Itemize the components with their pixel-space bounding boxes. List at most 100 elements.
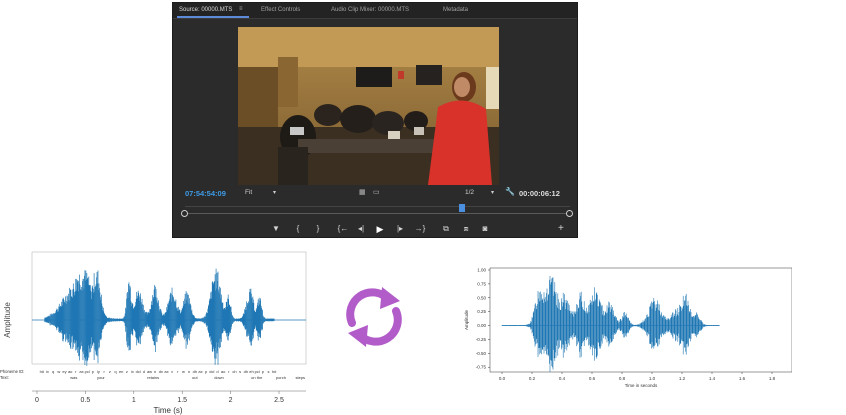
active-tab-indicator: [177, 16, 249, 18]
go-to-out-icon[interactable]: →}: [413, 224, 427, 233]
word-label: your: [97, 375, 105, 380]
phoneme-label: z: [126, 369, 128, 374]
y-tick-label: -0.75: [476, 365, 487, 370]
phoneme-label: r: [177, 369, 179, 374]
x-tick-label: 0.4: [559, 376, 566, 381]
insert-icon[interactable]: ⧉: [439, 224, 453, 234]
x-tick-label: 2.5: [274, 397, 284, 404]
x-tick-label: 0.2: [529, 376, 536, 381]
phoneme-label: s: [239, 369, 241, 374]
y-tick-label: -0.50: [476, 351, 487, 356]
zoom-handle-right[interactable]: [566, 210, 573, 217]
x-tick-label: 1.4: [709, 376, 716, 381]
phoneme-label: d: [143, 369, 145, 374]
word-label: out: [192, 375, 198, 380]
go-to-in-icon[interactable]: {←: [336, 224, 350, 233]
phoneme-label: v: [171, 369, 173, 374]
y-axis-label: Amplitude: [3, 302, 12, 338]
mark-out-icon[interactable]: }: [311, 224, 325, 233]
phoneme-label: z: [109, 369, 111, 374]
y-tick-label: 0.00: [477, 323, 486, 328]
step-forward-icon[interactable]: |▸: [393, 224, 407, 233]
phoneme-label: q: [52, 369, 54, 374]
panel-menu-icon[interactable]: ≡: [239, 6, 243, 12]
phoneme-label: ax: [79, 369, 83, 374]
word-label: was: [70, 375, 77, 380]
x-tick-label: 0.5: [81, 397, 91, 404]
phoneme-label: r: [75, 369, 77, 374]
word-label: steps: [296, 375, 306, 380]
phoneme-label: ao: [68, 369, 73, 374]
y-axis-label: Amplitude: [464, 310, 469, 331]
word-label: down: [214, 375, 224, 380]
word-label: on the: [251, 375, 263, 380]
waveform-chart-right: 1.00 0.75 0.50 0.25 0.00 -0.25 -0.50 -0.75 0.0 0.…: [464, 268, 792, 388]
phoneme-label: r: [103, 369, 105, 374]
phoneme-label: q: [114, 369, 116, 374]
word-label: porch: [276, 375, 286, 380]
playhead-marker[interactable]: [459, 204, 466, 212]
zoom-handle-left[interactable]: [181, 210, 188, 217]
phoneme-label: dh: [244, 369, 248, 374]
export-frame-icon[interactable]: ◙: [478, 224, 492, 233]
playhead-timecode[interactable]: 07:54:54:09: [185, 189, 226, 198]
step-back-icon[interactable]: ◂|: [354, 224, 368, 233]
x-tick-label: 1: [132, 397, 136, 404]
phoneme-label: w: [182, 369, 185, 374]
playback-resolution-select[interactable]: 1/2: [465, 189, 474, 196]
video-frame: [238, 27, 499, 185]
phoneme-label: w: [57, 369, 60, 374]
x-tick-label: 0.6: [589, 376, 596, 381]
phoneme-label: h#: [272, 369, 277, 374]
phoneme-label: eh: [249, 369, 253, 374]
phoneme-label: dh: [193, 369, 197, 374]
tab-effect-controls[interactable]: Effect Controls: [261, 7, 300, 13]
phoneme-label: s: [267, 369, 269, 374]
x-tick-label: 1.2: [679, 376, 686, 381]
x-axis-label: Time (s): [153, 406, 182, 415]
tab-source[interactable]: Source: 00000.MTS: [179, 7, 232, 13]
chevron-down-icon[interactable]: ▾: [491, 189, 494, 196]
phoneme-label: dcl: [209, 369, 214, 374]
tab-metadata[interactable]: Metadata: [443, 7, 468, 13]
x-tick-label: 1.6: [739, 376, 746, 381]
source-monitor-panel: Source: 00000.MTS ≡ Effect Controls Audi…: [172, 2, 578, 238]
chevron-down-icon[interactable]: ▾: [273, 189, 276, 196]
in-out-bar[interactable]: [185, 206, 570, 207]
phoneme-row-label: Phoneme ID:: [0, 369, 24, 374]
play-icon[interactable]: ▶: [373, 224, 387, 235]
phoneme-label: pcl: [85, 369, 90, 374]
x-tick-label: 1.5: [177, 397, 187, 404]
mark-in-icon[interactable]: {: [291, 224, 305, 233]
y-tick-label: 0.25: [477, 309, 486, 314]
wrench-icon[interactable]: 🔧: [505, 187, 515, 196]
phoneme-label: n: [188, 369, 190, 374]
phoneme-label: p: [92, 369, 95, 374]
phoneme-label: aw: [147, 369, 152, 374]
settings-icon[interactable]: ▦: [359, 188, 366, 196]
y-tick-label: 1.00: [477, 268, 486, 273]
x-axis-label: Time in seconds: [625, 383, 658, 388]
phoneme-label: ix: [131, 369, 134, 374]
sync-icon: [346, 287, 402, 347]
phoneme-label: iy: [97, 369, 100, 374]
phoneme-label: h#: [40, 369, 45, 374]
add-marker-icon[interactable]: ▼: [269, 224, 283, 233]
zoom-fit-select[interactable]: Fit: [245, 189, 252, 196]
x-tick-label: 0.0: [499, 376, 506, 381]
waveform-chart-left: AmplitudePhoneme ID:Text:h# ix q w ey ao r ax pc…: [0, 251, 307, 415]
phoneme-label: n: [154, 369, 156, 374]
phoneme-label: ix: [46, 369, 49, 374]
phoneme-label: dcl: [136, 369, 141, 374]
button-editor-plus[interactable]: +: [558, 223, 564, 234]
scrub-track[interactable]: [185, 213, 570, 214]
y-tick-label: -0.25: [476, 337, 487, 342]
phoneme-label: ch: [232, 369, 236, 374]
phoneme-label: ao: [221, 369, 226, 374]
overwrite-icon[interactable]: ⧈: [459, 224, 473, 234]
drag-video-icon[interactable]: ▭: [373, 188, 380, 196]
phoneme-label: d: [216, 369, 218, 374]
tab-audio-clip-mixer[interactable]: Audio Clip Mixer: 00000.MTS: [331, 7, 409, 13]
duration-timecode: 00:00:06:12: [519, 189, 560, 198]
panel-tab-bar: Source: 00000.MTS ≡ Effect Controls Audi…: [173, 3, 577, 19]
